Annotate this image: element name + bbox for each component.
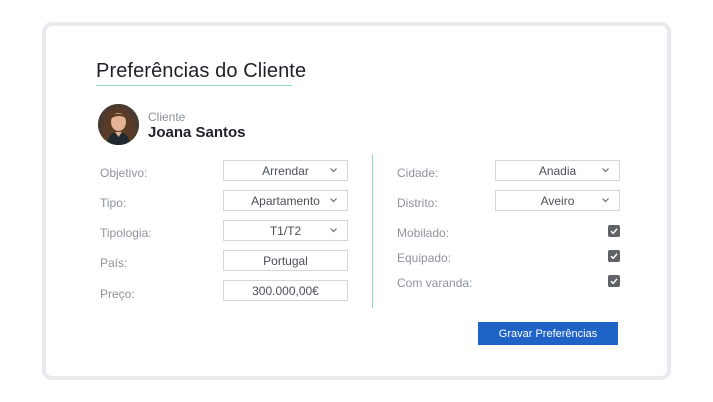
client-label: Cliente (148, 110, 186, 124)
tipo-value: Apartamento (251, 193, 320, 208)
checkmark-icon (610, 278, 618, 285)
client-name: Joana Santos (148, 124, 246, 141)
varanda-label: Com varanda: (397, 276, 473, 290)
distrito-select[interactable]: Aveiro (495, 190, 620, 211)
equipado-label: Equipado: (397, 251, 452, 265)
preferences-card: Preferências do Cliente Cliente Joana Sa… (42, 22, 671, 380)
mobilado-label: Mobilado: (397, 226, 450, 240)
objetivo-select[interactable]: Arrendar (223, 160, 348, 181)
distrito-value: Aveiro (540, 193, 575, 208)
preco-input[interactable]: 300.000,00€ (223, 280, 348, 301)
chevron-down-icon (602, 168, 609, 173)
preco-label: Preço: (100, 287, 135, 301)
title-underline (96, 85, 292, 86)
tipo-label: Tipo: (100, 196, 127, 210)
pais-label: País: (100, 256, 128, 270)
cidade-label: Cidade: (397, 166, 439, 180)
checkmark-icon (610, 253, 618, 260)
checkmark-icon (610, 228, 618, 235)
mobilado-checkbox[interactable] (608, 225, 620, 237)
distrito-label: Distrito: (397, 196, 438, 210)
tipologia-select[interactable]: T1/T2 (223, 220, 348, 241)
cidade-select[interactable]: Anadia (495, 160, 620, 181)
cidade-value: Anadia (538, 163, 577, 178)
column-divider (372, 154, 373, 308)
varanda-checkbox[interactable] (608, 275, 620, 287)
avatar (98, 104, 139, 145)
page-title: Preferências do Cliente (96, 60, 307, 82)
avatar-image (98, 104, 139, 145)
chevron-down-icon (330, 228, 337, 233)
pais-input[interactable]: Portugal (223, 250, 348, 271)
chevron-down-icon (602, 198, 609, 203)
chevron-down-icon (330, 168, 337, 173)
tipologia-label: Tipologia: (100, 226, 152, 240)
tipologia-value: T1/T2 (269, 223, 302, 238)
objetivo-label: Objetivo: (100, 166, 148, 180)
equipado-checkbox[interactable] (608, 250, 620, 262)
chevron-down-icon (330, 198, 337, 203)
tipo-select[interactable]: Apartamento (223, 190, 348, 211)
objetivo-value: Arrendar (262, 163, 309, 178)
save-preferences-button[interactable]: Gravar Preferências (478, 322, 618, 345)
